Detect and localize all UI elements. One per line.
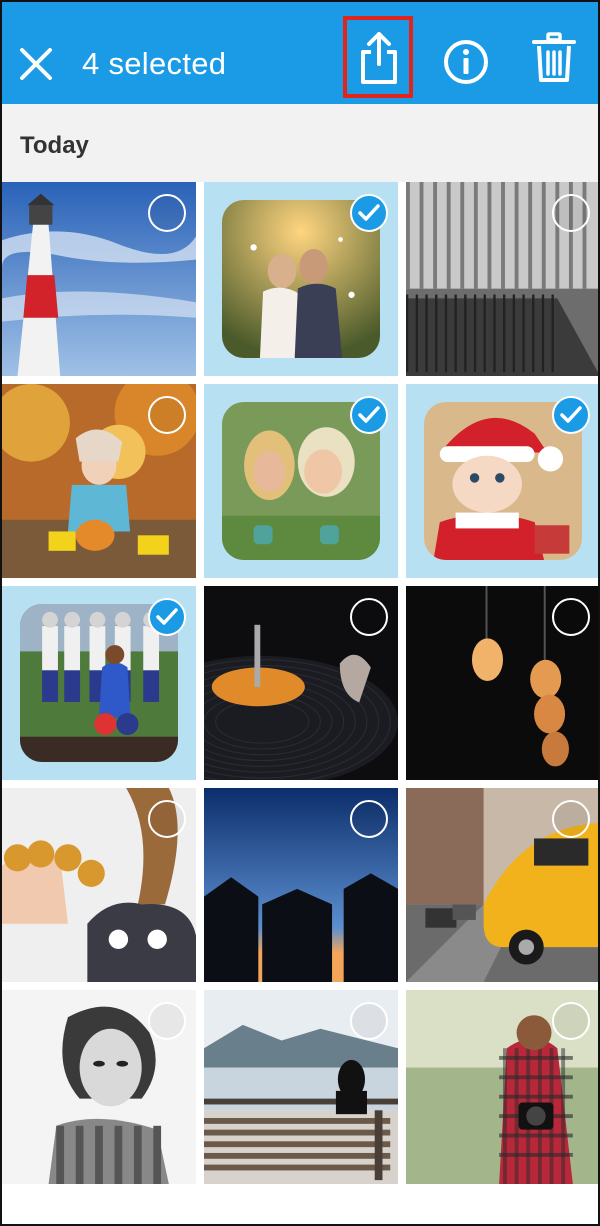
photo-tile-black-white-walkway[interactable] <box>406 182 598 376</box>
photo-tile-light-bulbs[interactable] <box>406 586 598 780</box>
share-button[interactable] <box>343 16 413 98</box>
photo-tile-wedding-kiss[interactable] <box>204 182 398 376</box>
select-circle-icon[interactable] <box>148 800 186 838</box>
trash-icon <box>532 32 576 82</box>
selected-check-icon[interactable] <box>350 396 388 434</box>
photo-tile-lighthouse[interactable] <box>2 182 196 376</box>
photo-tile-vinyl-record[interactable] <box>204 586 398 780</box>
photo-tile-bench-by-lake[interactable] <box>204 990 398 1184</box>
selection-count-title: 4 selected <box>82 46 227 81</box>
photo-tile-houses-silhouette-dusk[interactable] <box>204 788 398 982</box>
photo-tile-yellow-taxi[interactable] <box>406 788 598 982</box>
select-circle-icon[interactable] <box>148 194 186 232</box>
select-circle-icon[interactable] <box>350 800 388 838</box>
close-icon[interactable] <box>16 44 56 84</box>
select-circle-icon[interactable] <box>552 1002 590 1040</box>
selected-check-icon[interactable] <box>148 598 186 636</box>
selected-check-icon[interactable] <box>350 194 388 232</box>
select-circle-icon[interactable] <box>552 194 590 232</box>
photo-tile-photographer-plaid[interactable] <box>406 990 598 1184</box>
selected-check-icon[interactable] <box>552 396 590 434</box>
select-circle-icon[interactable] <box>148 1002 186 1040</box>
delete-button[interactable] <box>532 32 576 89</box>
select-circle-icon[interactable] <box>350 1002 388 1040</box>
select-circle-icon[interactable] <box>148 396 186 434</box>
info-icon <box>444 40 488 84</box>
top-app-bar: 4 selected <box>2 2 598 104</box>
date-section-header: Today <box>2 104 598 182</box>
photo-tile-baby-santa-hat[interactable] <box>406 384 598 578</box>
select-circle-icon[interactable] <box>552 800 590 838</box>
photo-tile-woman-portrait-bw[interactable] <box>2 990 196 1184</box>
select-circle-icon[interactable] <box>350 598 388 636</box>
section-label: Today <box>20 132 89 159</box>
photo-tile-two-women-laughing[interactable] <box>204 384 398 578</box>
share-icon <box>361 32 397 84</box>
photo-tile-girl-donuts-fingers[interactable] <box>2 788 196 982</box>
photo-grid <box>2 182 598 1226</box>
photo-tile-child-autumn-leaves[interactable] <box>2 384 196 578</box>
photo-tile-football-cheerleader[interactable] <box>2 586 196 780</box>
select-circle-icon[interactable] <box>552 598 590 636</box>
info-button[interactable] <box>442 38 490 91</box>
